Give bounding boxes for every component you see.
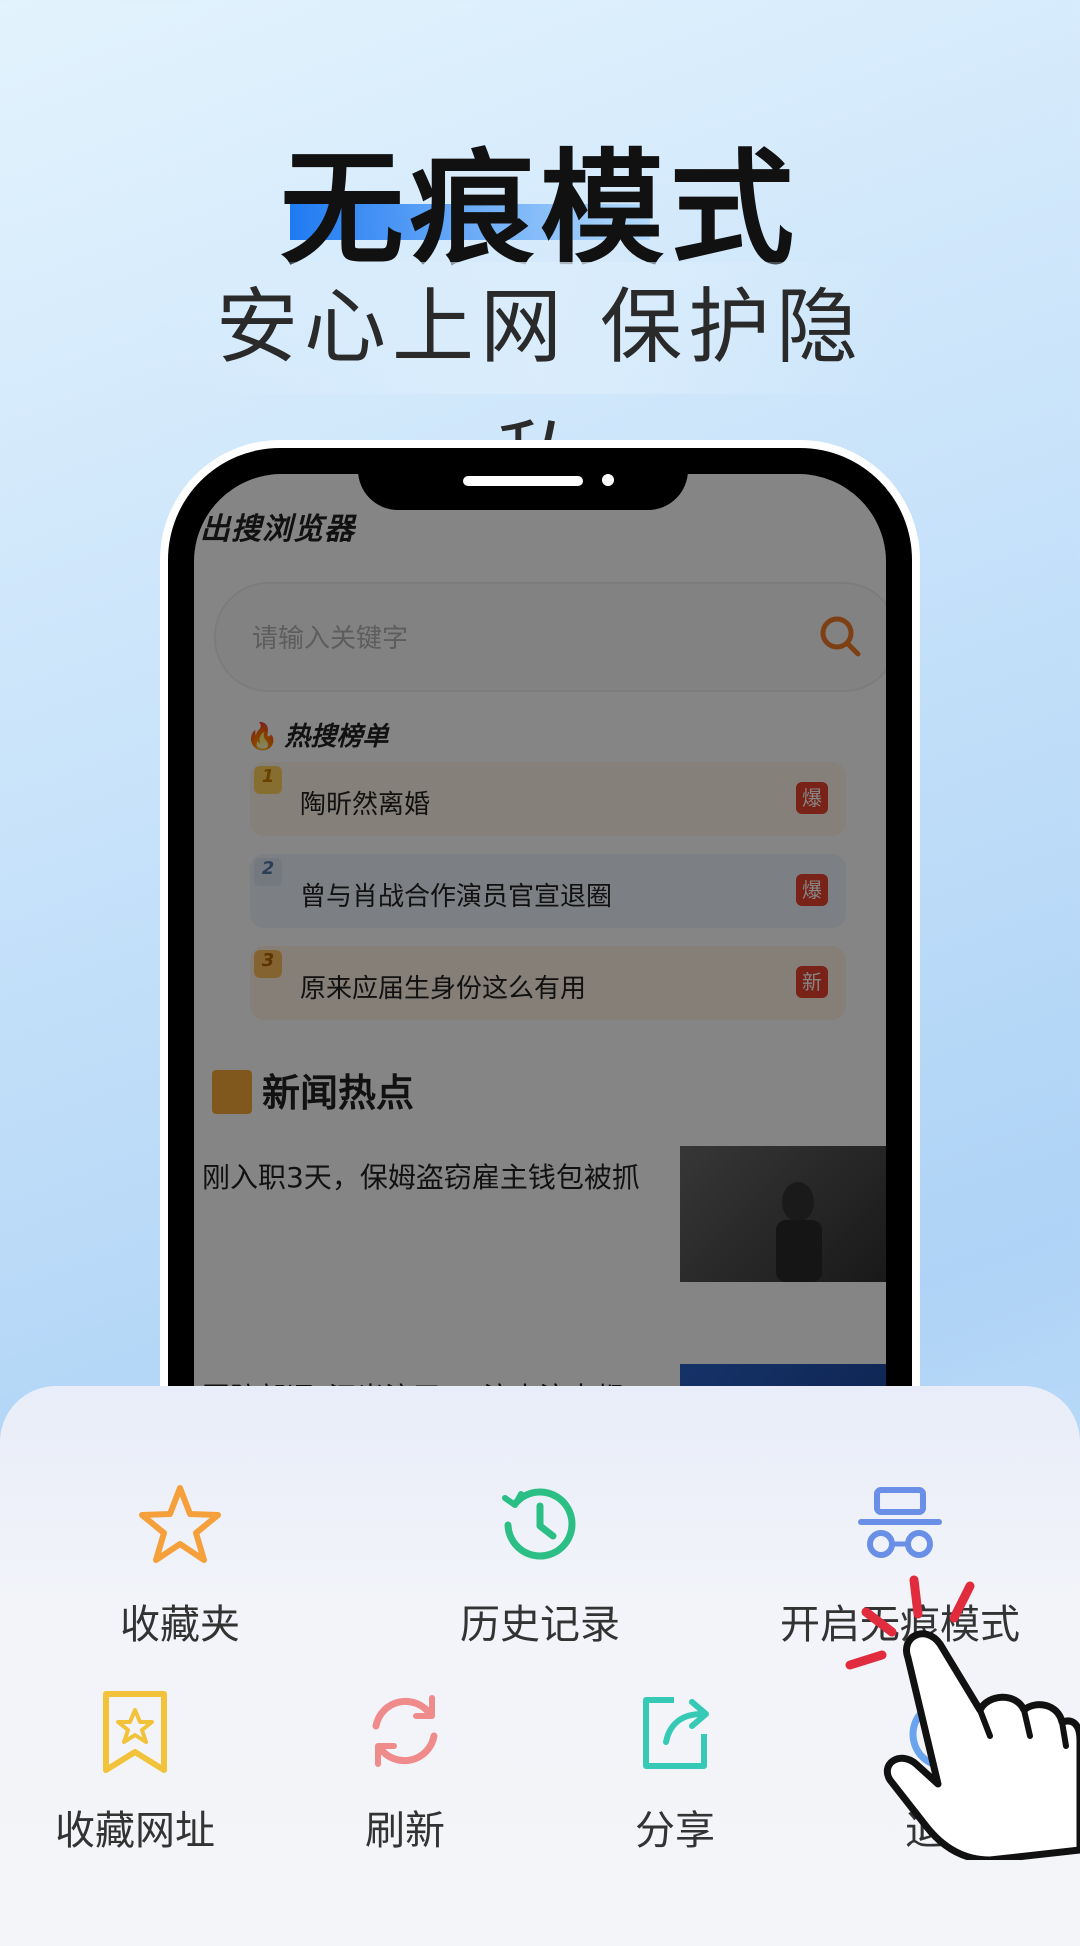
phone-notch <box>358 448 688 510</box>
refresh-icon <box>372 1695 438 1767</box>
refresh-label: 刷新 <box>365 1808 445 1854</box>
refresh-button[interactable]: 刷新 <box>310 1686 500 1856</box>
pointing-hand-icon <box>845 1575 1080 1860</box>
share-icon <box>643 1697 709 1769</box>
history-clock-icon <box>502 1488 576 1560</box>
incognito-icon <box>858 1487 942 1558</box>
bookmark-url-label: 收藏网址 <box>55 1808 215 1854</box>
star-icon <box>139 1485 221 1563</box>
share-label: 分享 <box>635 1808 715 1854</box>
bookmark-star-icon <box>103 1691 167 1773</box>
favorites-button[interactable]: 收藏夹 <box>80 1480 280 1650</box>
share-button[interactable]: 分享 <box>580 1686 770 1856</box>
history-button[interactable]: 历史记录 <box>440 1480 640 1650</box>
favorites-label: 收藏夹 <box>120 1602 240 1648</box>
hero-title: 无痕模式 <box>279 138 800 282</box>
hero-subtitle: 安心上网 保护隐私 <box>180 262 900 507</box>
history-label: 历史记录 <box>460 1602 620 1648</box>
bookmark-url-button[interactable]: 收藏网址 <box>40 1686 230 1856</box>
